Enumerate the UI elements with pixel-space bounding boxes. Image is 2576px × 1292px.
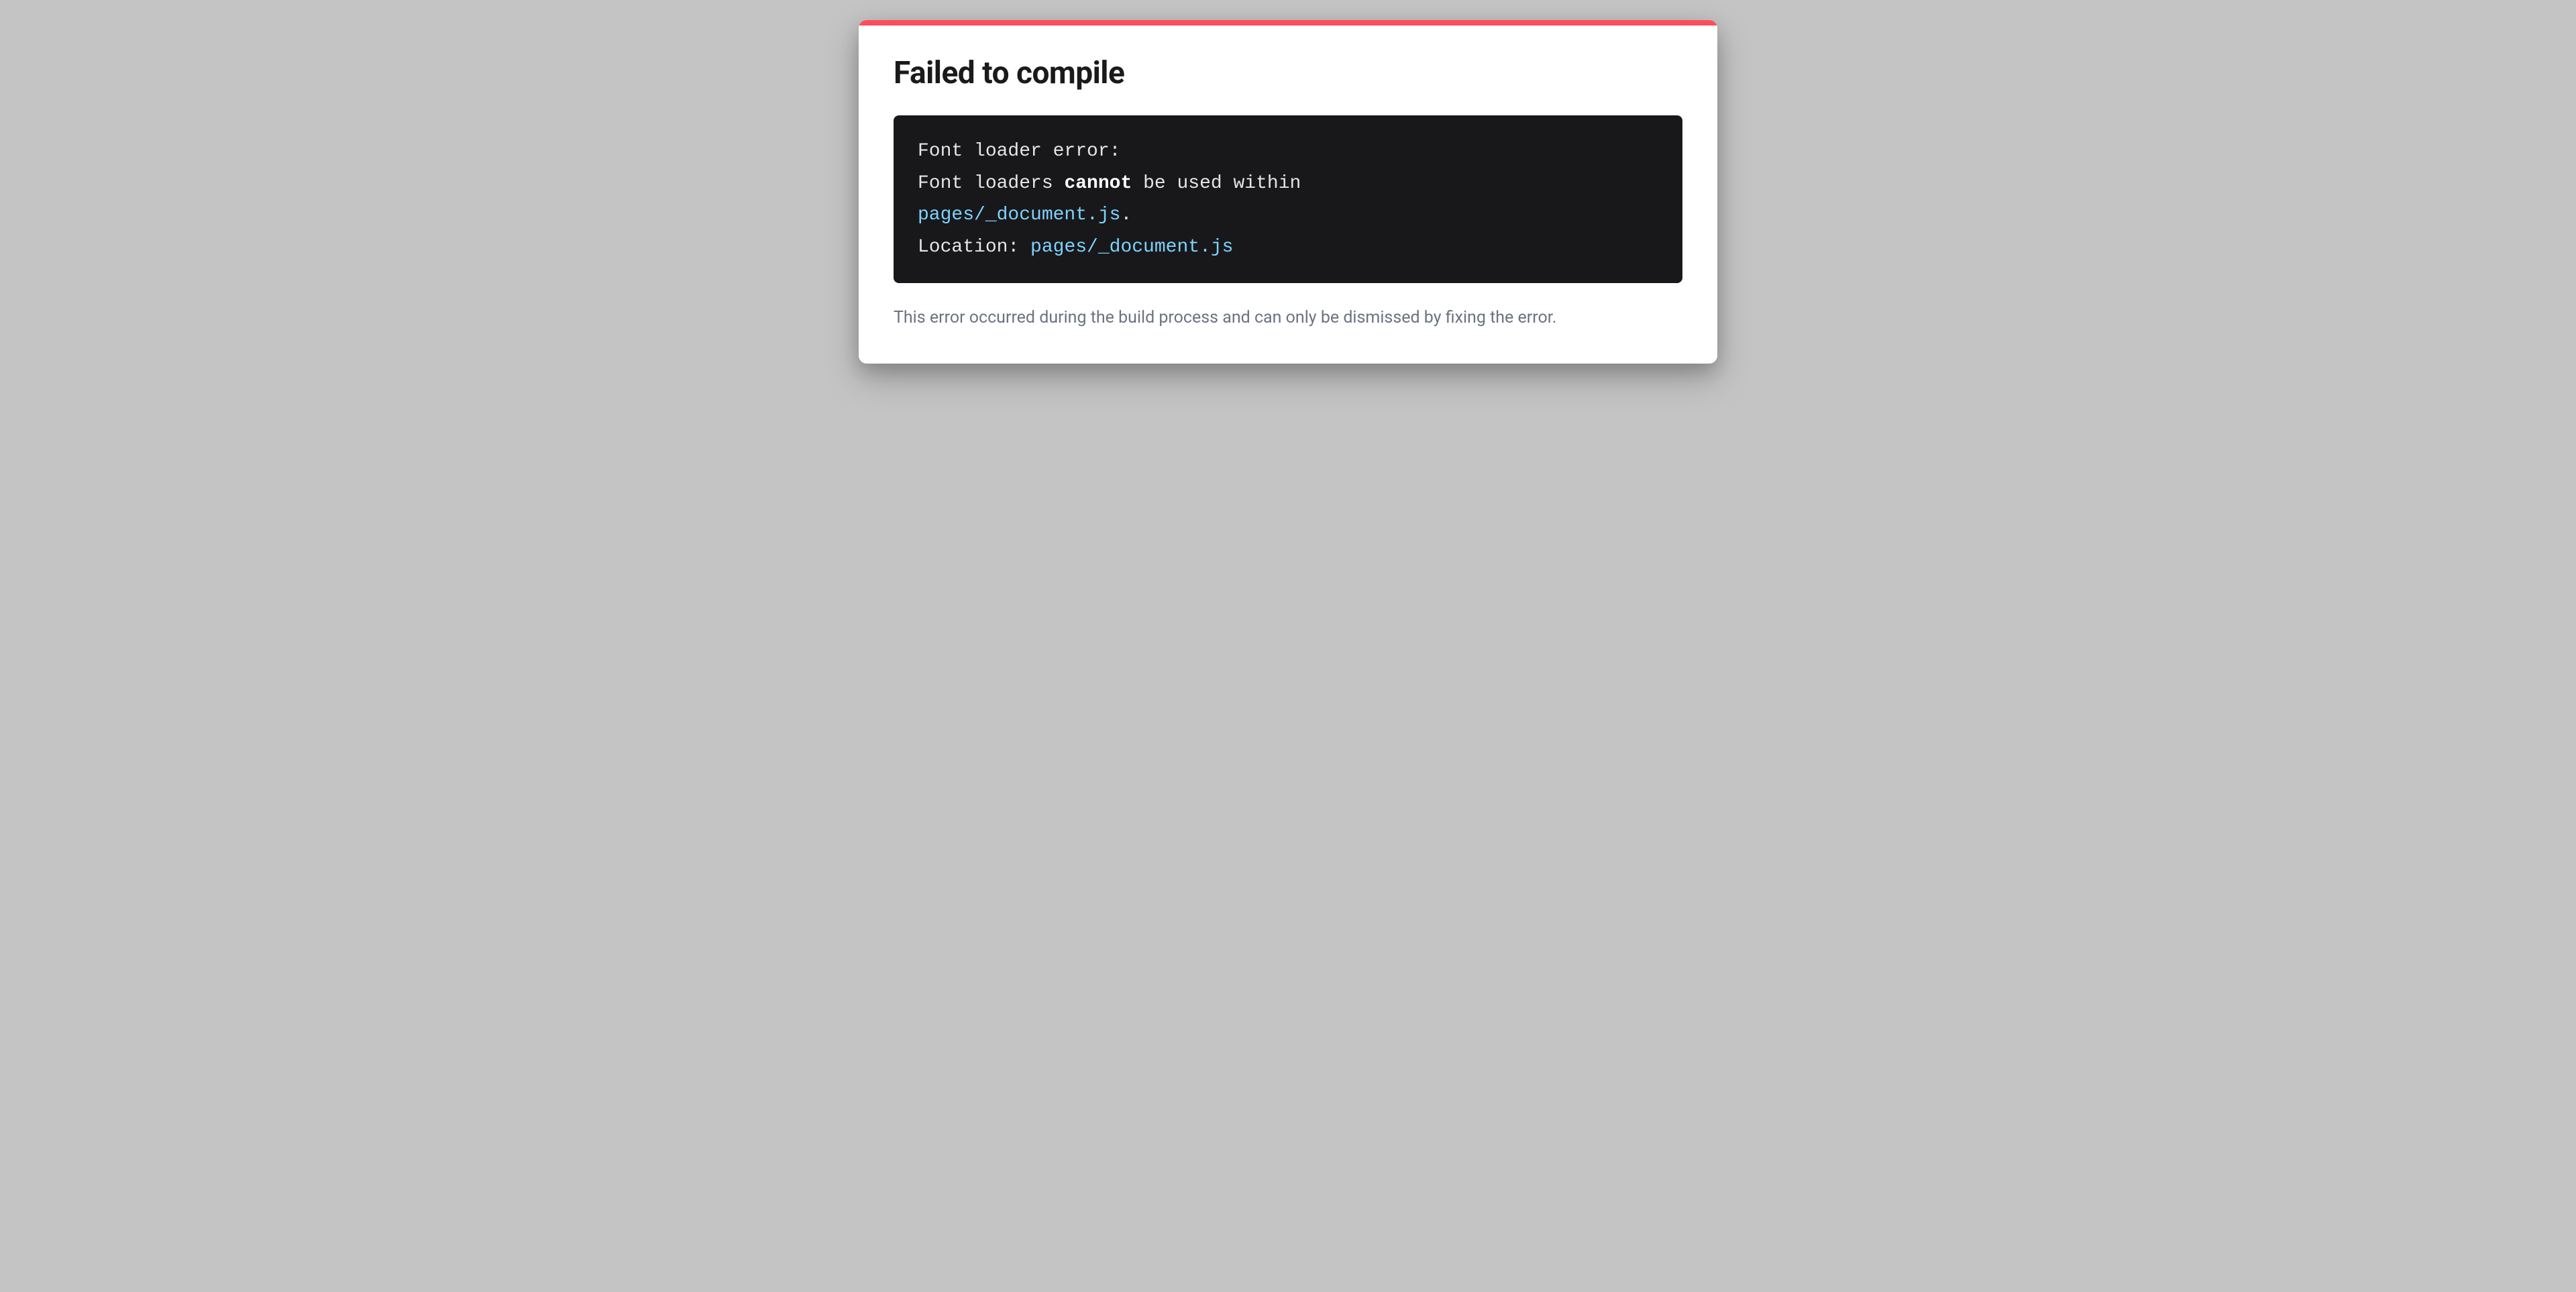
code-text: Font loaders — [918, 173, 1064, 194]
code-path: pages/_document.js — [918, 205, 1120, 225]
code-text: be used within — [1132, 173, 1301, 194]
code-path: pages/_document.js — [1030, 237, 1233, 258]
code-line-3: pages/_document.js. — [918, 199, 1658, 231]
code-line-1: Font loader error: — [918, 136, 1658, 168]
error-overlay-card: Failed to compile Font loader error: Fon… — [859, 20, 1717, 364]
error-accent-bar — [859, 20, 1717, 25]
code-line-2: Font loaders cannot be used within — [918, 168, 1658, 200]
error-code-block: Font loader error: Font loaders cannot b… — [894, 115, 1682, 283]
error-title: Failed to compile — [894, 55, 1682, 91]
code-text: . — [1120, 205, 1132, 225]
error-content: Failed to compile Font loader error: Fon… — [859, 25, 1717, 364]
code-bold-text: cannot — [1064, 173, 1132, 194]
code-text: Location: — [918, 237, 1030, 258]
error-footer-text: This error occurred during the build pro… — [894, 302, 1682, 334]
code-line-4: Location: pages/_document.js — [918, 231, 1658, 264]
